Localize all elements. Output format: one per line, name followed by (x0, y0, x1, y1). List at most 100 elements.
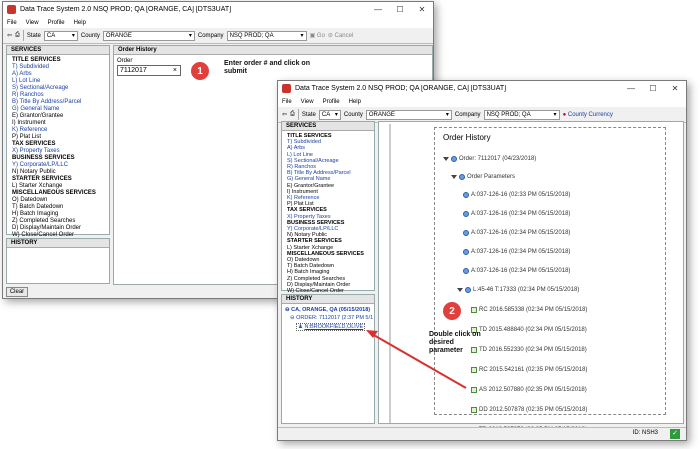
chevron-down-icon: ▾ (71, 33, 75, 39)
menu-view[interactable]: View (26, 20, 39, 26)
service-item[interactable]: Y) Corporate/LP/LLC (12, 162, 104, 169)
check-icon: ✓ (670, 429, 680, 439)
state-select[interactable]: CA ▾ (43, 30, 78, 41)
tree-node-label: DD 2012.507878 (02:35 PM 05/15/2018) (479, 407, 588, 413)
app-icon (282, 84, 291, 93)
service-item: BUSINESS SERVICES (12, 155, 75, 161)
parameter-icon (459, 174, 465, 180)
tree-node[interactable]: A:037-126-16 (02:34 PM 05/15/2018) (463, 230, 570, 236)
services-list: TITLE SERVICES T) Subdivided A) Arbs L) Lot… (7, 55, 109, 248)
maximize-icon[interactable]: ☐ (642, 84, 664, 93)
step-2-text: Double click on desired parameter (429, 331, 481, 354)
tree-node-label: A:037-126-16 (02:33 PM 05/15/2018) (471, 192, 571, 198)
clear-input-icon[interactable]: × (173, 66, 180, 75)
tree-node[interactable]: TD 2015.488840 (02:34 PM 05/15/2018) (471, 327, 587, 333)
back-services-pane: SERVICES TITLE SERVICES T) Subdivided A) A… (6, 45, 110, 246)
tree-node[interactable]: DD 2012.507878 (02:35 PM 05/15/2018) (471, 407, 587, 413)
company-select[interactable]: NSQ PROD; QA ▾ (226, 30, 307, 41)
service-item[interactable]: L) Starter Xchange (12, 183, 104, 190)
minimize-icon[interactable]: — (620, 84, 642, 93)
menu-profile[interactable]: Profile (323, 99, 340, 105)
maximize-icon[interactable]: ☐ (389, 5, 411, 14)
tree-node[interactable]: A:037-126-16 (02:34 PM 05/15/2018) (463, 268, 570, 274)
back-arrow-icon[interactable]: ⇦ (282, 111, 287, 118)
parameter-icon (451, 156, 457, 162)
service-item[interactable]: N) Notary Public (12, 169, 104, 176)
clear-button[interactable]: Clear (6, 287, 28, 297)
history-item-session[interactable]: ⊖ CA, ORANGE, QA (05/15/2018) (285, 307, 370, 313)
tree-node-label: Order: 7112017 (04/23/2018) (459, 156, 537, 162)
back-history-pane: HISTORY (6, 238, 110, 284)
service-item[interactable]: G) General Name (12, 106, 104, 113)
state-label: State (26, 32, 41, 39)
parameter-icon (463, 211, 469, 217)
parameter-icon (465, 287, 471, 293)
service-item[interactable]: X) Property Taxes (12, 148, 104, 155)
service-item[interactable]: I) Instrument (12, 120, 104, 127)
expand-icon[interactable] (443, 157, 449, 161)
tree-node-label: RC 2015.542161 (02:35 PM 05/15/2018) (479, 367, 588, 373)
print-icon[interactable]: ⎙ (290, 111, 295, 118)
services-header: SERVICES (7, 46, 109, 55)
minimize-icon[interactable]: — (367, 5, 389, 14)
service-item[interactable]: Z) Completed Searches (12, 218, 104, 225)
tree-node[interactable]: A:037-126-16 (02:34 PM 05/15/2018) (463, 211, 570, 217)
menu-help[interactable]: Help (349, 99, 361, 105)
service-item[interactable]: T) Batch Datedown (12, 204, 104, 211)
history-header: HISTORY (7, 239, 109, 248)
service-item[interactable]: D) Display/Maintain Order (12, 225, 104, 232)
county-select[interactable]: ORANGE ▾ (365, 109, 452, 120)
tree-node-label: RC 2016.585338 (02:34 PM 05/15/2018) (479, 307, 588, 313)
close-icon[interactable]: ✕ (664, 84, 686, 93)
service-item[interactable]: P) Plat List (12, 134, 104, 141)
tree-node[interactable]: Order Parameters (451, 174, 515, 180)
service-item[interactable]: O) Datedown (12, 197, 104, 204)
tree-node[interactable]: TD 2016.552330 (02:34 PM 05/15/2018) (471, 347, 587, 353)
chevron-down-icon: ▾ (188, 33, 192, 39)
tree-node[interactable]: A:037-126-16 (02:33 PM 05/15/2018) (463, 192, 570, 198)
print-icon[interactable]: ⎙ (15, 32, 20, 39)
menu-file[interactable]: File (7, 20, 17, 26)
service-item[interactable]: K) Reference (12, 127, 104, 134)
close-icon[interactable]: ✕ (411, 5, 433, 14)
tree-node[interactable]: RC 2016.585338 (02:34 PM 05/15/2018) (471, 307, 587, 313)
county-select[interactable]: ORANGE ▾ (102, 30, 195, 41)
menu-help[interactable]: Help (74, 20, 86, 26)
menu-view[interactable]: View (301, 99, 314, 105)
cancel-button[interactable]: ⊘ Cancel (328, 32, 353, 39)
company-select[interactable]: NSQ PROD; QA ▾ (483, 109, 560, 120)
front-menu-bar: File View Profile Help (278, 96, 686, 107)
tree-node[interactable]: RC 2015.542161 (02:35 PM 05/15/2018) (471, 367, 587, 373)
service-item[interactable]: T) Subdivided (12, 64, 104, 71)
order-input[interactable]: 7112017 × (117, 65, 181, 76)
state-select[interactable]: CA ▾ (318, 109, 341, 120)
expand-icon[interactable] (457, 288, 463, 292)
status-id: ID: NSH3 (632, 430, 658, 436)
tree-node[interactable]: L:45-46 T:17333 (02:34 PM 05/15/2018) (457, 287, 579, 293)
history-item-name[interactable]: ♟ N:BROOKFIELD,OLIVE (296, 323, 366, 331)
history-item-order[interactable]: ⊖ ORDER: 7112017 (2:37 PM 5/1 (290, 315, 373, 321)
history-header: HISTORY (282, 295, 374, 304)
service-item[interactable]: H) Batch Imaging (12, 211, 104, 218)
app-icon (7, 5, 16, 14)
tree-node[interactable]: AS 2012.507880 (02:35 PM 05/15/2018) (471, 387, 587, 393)
service-item[interactable]: A) Arbs (12, 71, 104, 78)
service-item[interactable]: L) Lot Line (12, 78, 104, 85)
service-item[interactable]: E) Grantor/Grantee (12, 113, 104, 120)
menu-profile[interactable]: Profile (48, 20, 65, 26)
tree-node[interactable]: A:037-126-16 (02:34 PM 05/15/2018) (463, 249, 570, 255)
tree-node[interactable]: Order: 7112017 (04/23/2018) (443, 156, 536, 162)
back-arrow-icon[interactable]: ⇦ (7, 32, 12, 39)
tree-node-label: A:037-126-16 (02:34 PM 05/15/2018) (471, 211, 571, 217)
service-item[interactable]: R) Ranchos (12, 92, 104, 99)
service-item: TITLE SERVICES (12, 57, 61, 63)
go-button[interactable]: ▣ Go (310, 32, 325, 39)
expand-icon[interactable] (451, 175, 457, 179)
front-services-pane: SERVICES TITLE SERVICES T) Subdivided A) A… (281, 121, 375, 300)
service-item[interactable]: B) Title By Address/Parcel (12, 99, 104, 106)
state-label: State (301, 111, 316, 118)
service-item[interactable]: S) Sectional/Acreage (12, 85, 104, 92)
menu-file[interactable]: File (282, 99, 292, 105)
county-currency-link[interactable]: ● County Currency (563, 112, 613, 118)
service-item: MISCELLANEOUS SERVICES (12, 190, 96, 196)
